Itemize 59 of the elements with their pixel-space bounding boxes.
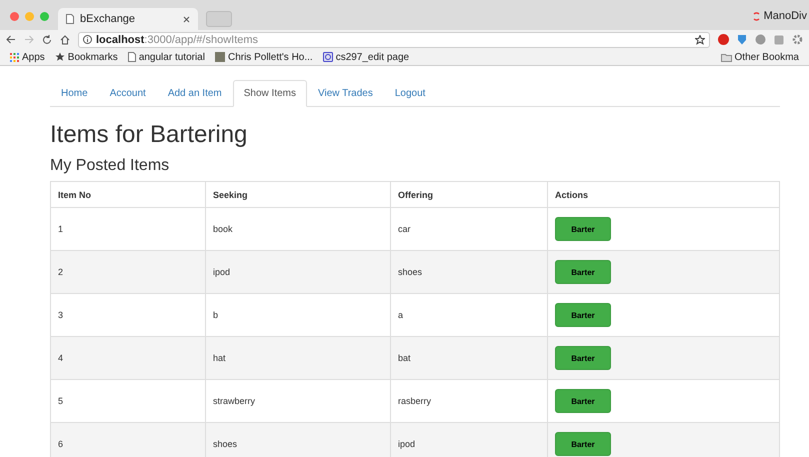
bookmark[interactable]: cs297_edit page (322, 52, 410, 62)
barter-button[interactable]: Barter (555, 303, 611, 327)
maximize-light-icon[interactable] (40, 12, 49, 21)
bookmark[interactable]: Bookmarks (54, 52, 118, 62)
bookmark-folder[interactable]: Other Bookma (720, 52, 799, 62)
column-header: Actions (548, 182, 780, 208)
column-header: Offering (390, 182, 548, 208)
bookmark[interactable]: Chris Pollett's Ho... (214, 52, 313, 62)
square-icon[interactable] (774, 34, 784, 44)
site-icon (322, 52, 333, 62)
close-light-icon[interactable] (10, 12, 19, 21)
section-title: My Posted Items (50, 157, 170, 175)
barter-button[interactable]: Barter (555, 260, 611, 284)
nav-tab[interactable]: View Trades (307, 80, 384, 107)
forward-icon[interactable] (24, 35, 34, 44)
nav-tab[interactable]: Add an Item (156, 80, 233, 107)
circle-icon[interactable] (755, 34, 766, 45)
reload-icon[interactable] (42, 34, 52, 44)
star-icon[interactable] (695, 34, 705, 44)
column-header: Seeking (206, 182, 390, 208)
nav-tab[interactable]: Logout (384, 80, 436, 107)
page-icon (66, 14, 74, 24)
nav-tab[interactable]: Show Items (232, 80, 307, 107)
star-icon (54, 52, 65, 62)
nav-tab[interactable]: Home (50, 80, 99, 107)
table-cell: hat (206, 336, 390, 380)
profile-name[interactable]: ManoDiv (764, 10, 807, 22)
nav-tab[interactable]: Account (98, 80, 157, 107)
browser-tab[interactable]: bExchange (58, 8, 198, 30)
table-cell: ipod (206, 250, 390, 294)
table-cell: 4 (50, 336, 206, 380)
table-cell: bat (390, 336, 548, 380)
sync-icon (752, 12, 761, 20)
bookmark[interactable]: angular tutorial (128, 52, 205, 62)
table-cell: shoes (206, 422, 390, 457)
table-cell: 6 (50, 422, 206, 457)
tab-title: bExchange (80, 13, 136, 25)
address-bar[interactable]: localhost:3000/app/#/showItems (78, 32, 710, 48)
grid-icon (10, 52, 19, 62)
page-icon (128, 52, 136, 62)
table-cell: 2 (50, 250, 206, 294)
photo-placeholder (214, 52, 225, 62)
page-title: Items for Bartering (50, 121, 248, 149)
barter-button[interactable]: Barter (555, 389, 611, 413)
barter-button[interactable]: Barter (555, 432, 611, 456)
barter-button[interactable]: Barter (555, 346, 611, 370)
bookmark[interactable]: Apps (10, 52, 45, 62)
gear-icon[interactable] (792, 34, 803, 45)
table-cell: ipod (390, 422, 548, 457)
shield-icon[interactable] (737, 34, 747, 45)
close-icon[interactable] (183, 16, 190, 22)
table-cell: shoes (390, 250, 548, 294)
info-icon (83, 35, 92, 44)
back-icon[interactable] (6, 35, 16, 44)
barter-button[interactable]: Barter (555, 217, 611, 241)
folder-icon (720, 52, 732, 62)
home-icon[interactable] (60, 34, 70, 44)
stop-sign-icon[interactable] (718, 34, 729, 45)
column-header: Item No (50, 182, 206, 208)
